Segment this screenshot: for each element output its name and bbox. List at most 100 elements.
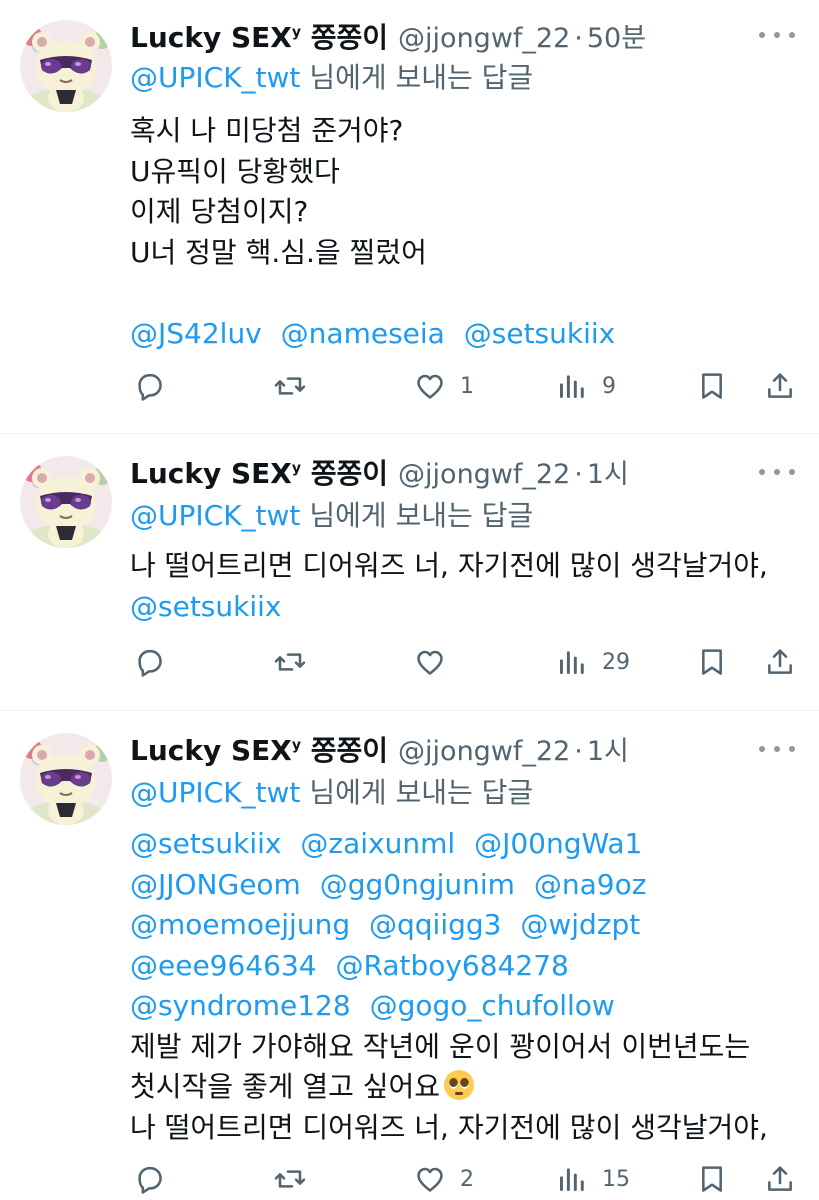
bookmark-icon: [696, 370, 728, 402]
mention-link[interactable]: @moemoejjung: [130, 908, 350, 941]
tweet-header: Lucky SEXy 쫑쫑이 @jjongwf_22 · 1시: [130, 452, 629, 492]
bookmark-icon: [696, 646, 728, 678]
heart-icon: [414, 370, 446, 402]
user-handle[interactable]: @jjongwf_22: [398, 459, 570, 490]
mention-link[interactable]: @gg0ngjunim: [320, 868, 515, 901]
tweet-text-line: 나 떨어트리면 디어워즈 너, 자기전에 많이 생각날거야,: [130, 1110, 768, 1144]
replying-to-handle[interactable]: @UPICK_twt: [130, 776, 300, 809]
display-name[interactable]: Lucky SEXy 쫑쫑이: [130, 452, 388, 492]
tweet-timestamp[interactable]: 50분: [587, 16, 646, 55]
share-button[interactable]: [764, 640, 796, 684]
mention-link[interactable]: @qqiigg3: [369, 908, 501, 941]
replying-to: @UPICK_twt 님에게 보내는 답글: [130, 56, 533, 96]
bookmark-button[interactable]: [696, 640, 728, 684]
mention-link[interactable]: @J00ngWa1: [474, 827, 642, 860]
mention-link[interactable]: @gogo_chufollow: [370, 989, 615, 1022]
avatar[interactable]: [20, 733, 112, 825]
share-button[interactable]: [764, 364, 796, 408]
share-button[interactable]: [764, 1157, 796, 1200]
action-bar: 2 15: [130, 1157, 800, 1200]
retweet-icon: [274, 646, 306, 678]
mention-link[interactable]: @Ratboy684278: [335, 949, 568, 982]
share-icon: [764, 370, 796, 402]
heart-icon: [414, 646, 446, 678]
user-handle[interactable]: @jjongwf_22: [398, 23, 570, 54]
reply-icon: [134, 370, 166, 402]
replying-to-handle[interactable]: @UPICK_twt: [130, 61, 300, 94]
tweet-header: Lucky SEXy 쫑쫑이 @jjongwf_22 · 50분: [130, 16, 646, 56]
analytics-icon: [556, 646, 588, 678]
tweet-2[interactable]: Lucky SEXy 쫑쫑이 @jjongwf_22 · 1시 @UPICK_t…: [0, 434, 819, 710]
replying-to: @UPICK_twt 님에게 보내는 답글: [130, 771, 533, 811]
tweet-timestamp[interactable]: 1시: [587, 729, 629, 768]
replying-to-label: 님에게 보내는 답글: [309, 61, 534, 94]
tweet-text-line: 첫시작을 좋게 열고 싶어요: [130, 1067, 768, 1108]
heart-icon: [414, 1163, 446, 1195]
retweet-icon: [274, 1163, 306, 1195]
views-button[interactable]: 15: [556, 1157, 630, 1200]
more-options-icon[interactable]: [759, 29, 795, 41]
mention-link[interactable]: @setsukiix: [130, 590, 281, 623]
bookmark-button[interactable]: [696, 364, 728, 408]
mention-link[interactable]: @JS42luv: [130, 317, 262, 350]
retweet-button[interactable]: [274, 364, 320, 408]
tweet-text: @setsukiix @zaixunml @J00ngWa1 @JJONGeom…: [130, 824, 768, 1148]
like-button[interactable]: 2: [414, 1157, 474, 1200]
avatar[interactable]: [20, 456, 112, 548]
retweet-button[interactable]: [274, 640, 320, 684]
like-count: 2: [460, 1166, 474, 1192]
avatar[interactable]: [20, 20, 112, 112]
tweet-timestamp[interactable]: 1시: [587, 452, 629, 491]
tweet-text-line: 제발 제가 가야해요 작년에 운이 꽝이어서 이번년도는: [130, 1029, 751, 1063]
like-count: 1: [460, 373, 474, 399]
tweet-text-line: 이제 당첨이지?: [130, 195, 309, 228]
tweet-1[interactable]: Lucky SEXy 쫑쫑이 @jjongwf_22 · 50분 @UPICK_…: [0, 0, 819, 433]
separator-dot: ·: [574, 23, 583, 54]
mention-link[interactable]: @syndrome128: [130, 989, 351, 1022]
reply-button[interactable]: [134, 640, 180, 684]
retweet-button[interactable]: [274, 1157, 320, 1200]
mention-link[interactable]: @eee964634: [130, 949, 317, 982]
display-name[interactable]: Lucky SEXy 쫑쫑이: [130, 16, 388, 56]
bookmark-button[interactable]: [696, 1157, 728, 1200]
mention-link[interactable]: @JJONGeom: [130, 868, 301, 901]
user-handle[interactable]: @jjongwf_22: [398, 736, 570, 767]
mention-link[interactable]: @zaixunml: [300, 827, 455, 860]
tweet-text-line: U유픽이 당황했다: [130, 154, 340, 188]
mention-line: @JS42luv @nameseia @setsukiix: [130, 314, 615, 355]
separator-dot: ·: [574, 459, 583, 490]
mention-link[interactable]: @nameseia: [281, 317, 445, 350]
display-name[interactable]: Lucky SEXy 쫑쫑이: [130, 729, 388, 769]
reply-button[interactable]: [134, 1157, 180, 1200]
bookmark-icon: [696, 1163, 728, 1195]
views-button[interactable]: 9: [556, 364, 616, 408]
tweet-3[interactable]: Lucky SEXy 쫑쫑이 @jjongwf_22 · 1시 @UPICK_t…: [0, 711, 819, 1200]
mention-link[interactable]: @setsukiix: [130, 827, 281, 860]
share-icon: [764, 646, 796, 678]
share-icon: [764, 1163, 796, 1195]
views-button[interactable]: 29: [556, 640, 630, 684]
mention-link[interactable]: @wjdzpt: [520, 908, 640, 941]
views-count: 15: [602, 1166, 630, 1192]
analytics-icon: [556, 1163, 588, 1195]
more-options-icon[interactable]: [759, 743, 795, 755]
avatar-image: [20, 20, 112, 112]
mention-line: @eee964634 @Ratboy684278: [130, 946, 768, 987]
action-bar: 29: [130, 640, 800, 684]
tweet-text: 나 떨어트리면 디어워즈 너, 자기전에 많이 생각날거야, @setsukii…: [130, 546, 768, 627]
like-button[interactable]: 1: [414, 364, 474, 408]
like-button[interactable]: [414, 640, 460, 684]
action-bar: 1 9: [130, 364, 800, 408]
reply-icon: [134, 1163, 166, 1195]
reply-button[interactable]: [134, 364, 180, 408]
mention-line: @setsukiix @zaixunml @J00ngWa1: [130, 824, 768, 865]
mention-link[interactable]: @setsukiix: [464, 317, 615, 350]
separator-dot: ·: [574, 736, 583, 767]
mention-link[interactable]: @na9oz: [534, 868, 647, 901]
replying-to-handle[interactable]: @UPICK_twt: [130, 499, 300, 532]
mention-line: @setsukiix: [130, 587, 768, 628]
tweet-text: 혹시 나 미당첨 준거야? U유픽이 당황했다 이제 당첨이지? U너 정말 핵…: [130, 111, 615, 354]
more-options-icon[interactable]: [759, 466, 795, 478]
tweet-text-line: U너 정말 핵.심.을 찔렀어: [130, 235, 427, 269]
avatar-image: [20, 456, 112, 548]
